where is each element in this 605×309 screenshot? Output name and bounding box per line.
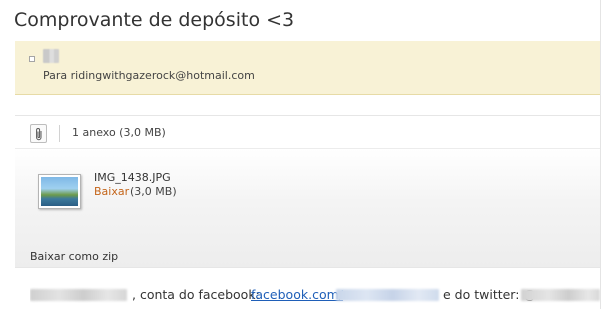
download-zip-link[interactable]: Baixar como zip [30,250,118,263]
recipient-line: Para ridingwithgazerock@hotmail.com [43,69,255,82]
image-thumbnail-icon[interactable] [38,174,81,209]
sender-header: Para ridingwithgazerock@hotmail.com [15,41,600,95]
toolbar-divider [59,125,60,142]
redacted-text [521,289,600,301]
reading-pane-border [600,0,601,309]
attachments-header: 1 anexo (3,0 MB) [15,120,600,148]
sender-checkbox[interactable] [29,56,35,62]
redacted-text [30,289,127,301]
sender-name-redacted[interactable] [43,49,59,63]
message-subject: Comprovante de depósito <3 [14,9,295,31]
attachment-count: 1 anexo (3,0 MB) [72,126,166,139]
redacted-link-text[interactable] [336,289,439,301]
facebook-link[interactable]: facebook.com/ [251,287,343,302]
attachment-filename[interactable]: IMG_1438.JPG [94,171,171,184]
body-text-facebook: , conta do facebook: [132,287,260,302]
message-body: , conta do facebook: facebook.com/ e do … [30,287,600,303]
download-link[interactable]: Baixar [94,185,129,198]
divider [15,267,600,268]
attachment-size: (3,0 MB) [130,185,177,198]
attachments-panel: IMG_1438.JPG Baixar (3,0 MB) Baixar como… [15,148,600,267]
divider [15,115,600,116]
paperclip-icon[interactable] [30,124,47,143]
